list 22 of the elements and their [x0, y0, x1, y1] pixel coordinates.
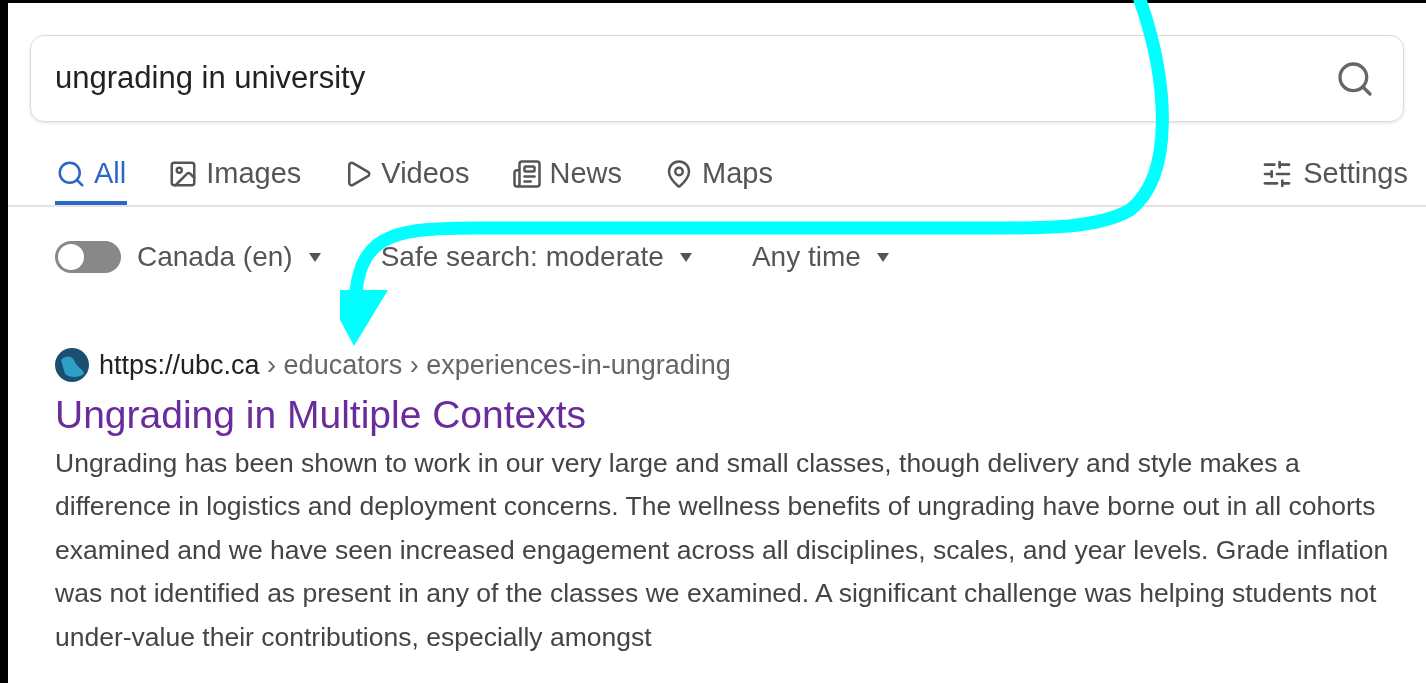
tab[interactable]: All [55, 147, 128, 205]
tab[interactable]: Maps [663, 147, 774, 205]
newspaper-icon [511, 159, 542, 189]
caret-icon [876, 252, 889, 262]
settings-button[interactable]: Settings [1261, 147, 1408, 205]
tab[interactable]: Videos [342, 147, 471, 205]
region-toggle[interactable] [55, 241, 121, 273]
image-icon [168, 159, 199, 189]
search-field[interactable]: ungrading in university [30, 35, 1404, 122]
tab[interactable]: Images [167, 147, 303, 205]
search-icon [56, 159, 86, 189]
result-title[interactable]: Ungrading in Multiple Contexts [55, 389, 1406, 440]
filter-dropdown[interactable]: Any time [751, 236, 889, 278]
filter-dropdown[interactable]: Safe search: moderate [380, 236, 692, 278]
site-favicon-icon [55, 348, 89, 383]
search-query: ungrading in university [55, 59, 367, 98]
caret-icon [308, 252, 321, 262]
caret-icon [679, 252, 692, 262]
tab[interactable]: News [510, 147, 623, 205]
result-url[interactable]: https://ubc.ca › educators › experiences-in-ungrading [99, 345, 731, 386]
result-snippet: Ungrading has been shown to work in our very large and small classes, though delivery and style makes a difference in logistics and deployment concerns. The wellness benefits of ungrading have borne out in all cohorts examined and we have seen increased engagement across all disciplines, scales, and year levels. Grade inflation was not identified as present in any of the classes we examined. A significant challenge was helping students not under-value their contributions, especially amongst [55, 446, 1390, 654]
filter-dropdown[interactable]: Canada (en) [137, 236, 321, 278]
